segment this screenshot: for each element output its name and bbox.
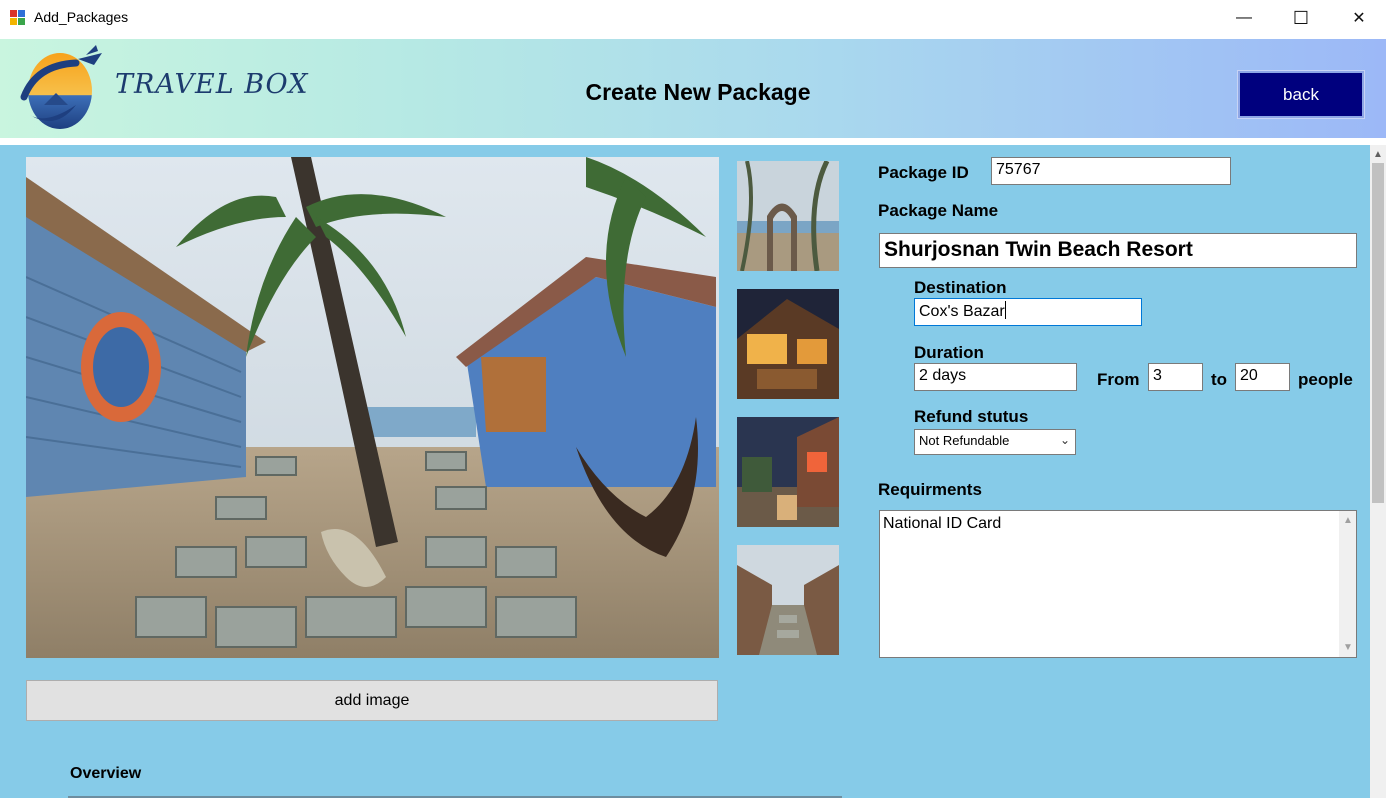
refund-status-select[interactable]: Not Refundable ⌄	[914, 429, 1076, 455]
maximize-icon: ☐	[1292, 7, 1310, 28]
page-title: Create New Package	[585, 79, 811, 105]
package-id-input[interactable]: 75767	[991, 157, 1231, 185]
from-people-input[interactable]: 3	[1148, 363, 1203, 391]
header-banner: TRAVEL BOX Create New Package back	[0, 39, 1386, 138]
package-name-input[interactable]: Shurjosnan Twin Beach Resort	[879, 233, 1357, 268]
scroll-up-icon[interactable]: ▲	[1343, 515, 1353, 526]
destination-value: Cox's Bazar	[919, 303, 1005, 320]
add-packages-window: Add_Packages — ☐ ✕ TRAVEL BOX Create New…	[0, 0, 1386, 798]
requirements-textarea[interactable]: National ID Card ▲ ▼	[879, 510, 1357, 658]
close-icon: ✕	[1352, 10, 1366, 27]
main-package-image	[26, 157, 719, 658]
scroll-up-icon[interactable]: ▲	[1373, 149, 1383, 160]
requirements-value: National ID Card	[883, 515, 1002, 532]
to-label: to	[1211, 370, 1228, 389]
package-id-label: Package ID	[878, 163, 969, 182]
duration-input[interactable]: 2 days	[914, 363, 1077, 391]
people-label: people	[1298, 370, 1353, 389]
scroll-down-icon[interactable]: ▼	[1343, 642, 1353, 653]
window-title: Add_Packages	[34, 9, 129, 25]
chevron-down-icon: ⌄	[1059, 433, 1070, 447]
text-caret	[1004, 301, 1006, 319]
requirements-label: Requirments	[878, 480, 982, 499]
minimize-button[interactable]: —	[1215, 0, 1273, 36]
requirements-scrollbar[interactable]: ▲ ▼	[1339, 511, 1356, 657]
title-bar: Add_Packages — ☐ ✕	[0, 0, 1386, 36]
destination-label: Destination	[914, 278, 1007, 297]
scrollbar-thumb[interactable]	[1372, 163, 1384, 503]
thumbnail-image-4[interactable]	[737, 545, 839, 655]
destination-input[interactable]: Cox's Bazar	[914, 298, 1142, 326]
thumbnail-image-2[interactable]	[737, 289, 839, 399]
close-button[interactable]: ✕	[1330, 0, 1386, 36]
maximize-button[interactable]: ☐	[1272, 0, 1330, 36]
overview-label: Overview	[70, 765, 142, 782]
refund-status-label: Refund stutus	[914, 407, 1029, 426]
thumbnail-image-1[interactable]	[737, 161, 839, 271]
duration-label: Duration	[914, 343, 984, 362]
main-panel: add image Overview Package ID 75767 Pack…	[0, 145, 1370, 798]
thumbnail-image-3[interactable]	[737, 417, 839, 527]
app-window-icon	[10, 10, 26, 26]
header-separator	[0, 138, 1386, 145]
main-scrollbar[interactable]: ▲	[1370, 145, 1386, 798]
refund-status-value: Not Refundable	[919, 433, 1010, 448]
travel-box-logo	[20, 45, 102, 129]
brand-name: TRAVEL BOX	[115, 69, 309, 100]
back-button[interactable]: back	[1237, 70, 1365, 119]
from-label: From	[1097, 370, 1140, 389]
to-people-input[interactable]: 20	[1235, 363, 1290, 391]
minimize-icon: —	[1236, 9, 1252, 26]
add-image-button[interactable]: add image	[26, 680, 718, 721]
package-name-label: Package Name	[878, 201, 999, 220]
